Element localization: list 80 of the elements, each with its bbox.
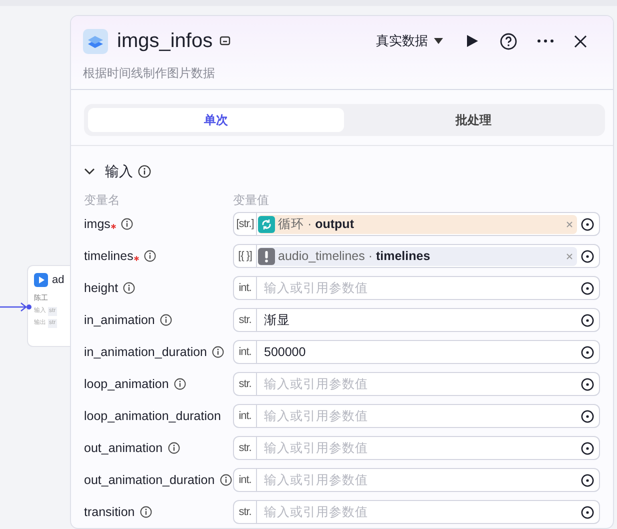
play-icon: [34, 273, 48, 288]
info-icon[interactable]: [138, 165, 151, 178]
param-name: transition: [84, 504, 135, 521]
value-field[interactable]: str. 输入或引用参数值: [233, 372, 600, 396]
warning-icon: [258, 248, 275, 264]
type-tag: [str.]: [234, 213, 257, 235]
tab[interactable]: 单次: [88, 108, 344, 132]
more-icon[interactable]: [537, 39, 554, 43]
column-header: 变量名: [84, 192, 121, 209]
reference-icon[interactable]: [581, 314, 594, 326]
param-name: out_animation: [84, 440, 163, 457]
panel-title: imgs_infos: [117, 29, 213, 54]
param-name: timelines: [84, 248, 134, 265]
input-field[interactable]: 输入或引用参数值: [258, 406, 577, 426]
input-field[interactable]: 输入或引用参数值: [258, 374, 577, 394]
value-field[interactable]: int. 输入或引用参数值: [233, 468, 600, 492]
value-field[interactable]: int. 输入或引用参数值: [233, 276, 600, 300]
reference-icon[interactable]: [581, 474, 594, 486]
type-tag: int.: [234, 277, 257, 299]
value-field[interactable]: int. 500000: [233, 340, 600, 364]
tab[interactable]: 批处理: [346, 108, 601, 132]
reference-icon[interactable]: [581, 250, 594, 262]
input-field[interactable]: 输入或引用参数值: [258, 278, 577, 298]
column-header: 变量值: [233, 192, 269, 209]
value-field[interactable]: int. 输入或引用参数值: [233, 404, 600, 428]
type-tag: str.: [234, 373, 257, 395]
input-field[interactable]: 输入或引用参数值: [258, 438, 577, 458]
param-name: in_animation_duration: [84, 344, 208, 361]
info-icon[interactable]: [220, 474, 232, 486]
info-icon[interactable]: [212, 346, 224, 358]
param-name: imgs: [84, 216, 110, 233]
param-name: loop_animation_duration: [84, 408, 221, 425]
reference-icon[interactable]: [581, 346, 594, 358]
value-field[interactable]: str. 渐显: [233, 308, 600, 332]
info-icon[interactable]: [123, 282, 136, 294]
info-icon[interactable]: [121, 218, 134, 230]
type-tag: str.: [234, 437, 257, 459]
input-field[interactable]: 500000: [258, 342, 577, 362]
input-field[interactable]: 输入或引用参数值: [258, 470, 577, 490]
reference-icon[interactable]: [581, 218, 594, 230]
reference-text: 循环 · output: [278, 216, 354, 233]
type-tag: str.: [234, 309, 257, 331]
panel-description: 根据时间线制作图片数据: [83, 65, 216, 82]
reference-icon[interactable]: [581, 442, 594, 454]
value-field[interactable]: [{ }] audio_timelines · timelines: [233, 244, 600, 268]
param-name: out_animation_duration: [84, 472, 215, 489]
value-field[interactable]: [str.] 循环 · output: [233, 212, 600, 236]
loop-icon: [258, 216, 275, 232]
info-icon[interactable]: [168, 442, 180, 454]
type-tag: int.: [234, 405, 257, 427]
type-tag: [{ }]: [234, 245, 257, 267]
reference-icon[interactable]: [581, 506, 594, 518]
info-icon[interactable]: [140, 506, 152, 518]
info-icon[interactable]: [144, 250, 156, 262]
info-icon[interactable]: [160, 314, 172, 326]
caret-icon: [434, 38, 443, 44]
data-mode-dropdown[interactable]: 真实数据: [376, 31, 443, 51]
connector-arrow: [0, 301, 32, 313]
input-field[interactable]: 渐显: [258, 310, 577, 330]
value-field[interactable]: str. 输入或引用参数值: [233, 500, 600, 524]
node-title: ad: [52, 273, 64, 288]
input-field[interactable]: 输入或引用参数值: [258, 502, 577, 522]
type-tag: str.: [234, 501, 257, 523]
close-icon[interactable]: [574, 34, 587, 48]
info-icon[interactable]: [174, 378, 186, 390]
reference-icon[interactable]: [581, 378, 594, 390]
param-name: height: [84, 280, 118, 297]
reference-text: audio_timelines · timelines: [278, 248, 430, 265]
type-tag: int.: [234, 341, 257, 363]
value-field[interactable]: str. 输入或引用参数值: [233, 436, 600, 460]
help-icon[interactable]: [500, 32, 517, 50]
section-title: 输入: [105, 162, 133, 181]
param-name: loop_animation: [84, 376, 169, 393]
play-icon[interactable]: [465, 34, 479, 48]
param-name: in_animation: [84, 312, 155, 329]
reference-icon[interactable]: [581, 282, 594, 294]
chevron-down-icon[interactable]: [84, 168, 95, 175]
reference-icon[interactable]: [581, 410, 594, 422]
layers-icon: [83, 28, 108, 54]
type-tag: int.: [234, 469, 257, 491]
